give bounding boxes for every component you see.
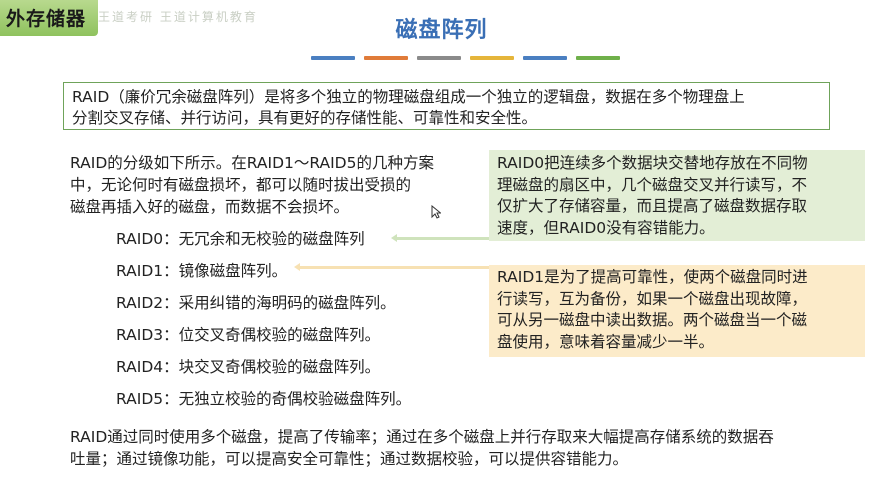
raid1-pointer-arrow [294,263,489,271]
decorative-color-strip [311,56,620,60]
raid-level-item: RAID5：无独立校验的奇偶校验磁盘阵列。 [116,390,412,408]
levels-paragraph: RAID的分级如下所示。在RAID1～RAID5的几种方案 中，无论何时有磁盘损… [70,152,480,218]
raid0-note-box: RAID0把连续多个数据块交替地存放在不同物 理磁盘的扇区中，几个磁盘交叉并行读… [489,150,865,241]
mouse-cursor-icon [431,205,441,219]
color-bar [523,56,567,60]
color-bar [576,56,620,60]
raid1-note-line: RAID1是为了提高可靠性，使两个磁盘同时进 [497,268,808,286]
color-bar [470,56,514,60]
raid0-note-line: 理磁盘的扇区中，几个磁盘交叉并行读写，不 [497,175,808,194]
levels-line: 磁盘再插入好的磁盘，而数据不会损坏。 [70,198,350,216]
summary-line: 吐量；通过镜像功能，可以提高安全可靠性；通过数据校验，可以提供容错能力。 [70,450,629,468]
raid-level-item: RAID4：块交叉奇偶校验的磁盘阵列。 [116,358,381,376]
raid-level-item: RAID0：无冗余和无校验的磁盘阵列 [116,230,365,248]
color-bar [364,56,408,60]
raid0-note-line: RAID0把连续多个数据块交替地存放在不同物 [497,154,808,172]
raid0-pointer-arrow [391,234,489,242]
intro-definition-box: RAID（廉价冗余磁盘阵列）是将多个独立的物理磁盘组成一个独立的逻辑盘，数据在多… [63,82,830,130]
page-title: 磁盘阵列 [395,18,488,43]
raid-level-item: RAID1：镜像磁盘阵列。 [116,262,288,280]
raid1-note-box: RAID1是为了提高可靠性，使两个磁盘同时进 行读写，互为备份，如果一个磁盘出现… [489,265,865,357]
raid-level-item: RAID2：采用纠错的海明码的磁盘阵列。 [116,294,396,312]
levels-line: 中，无论何时有磁盘损坏，都可以随时拔出受损的 [70,176,412,194]
raid0-note-line: 仅扩大了存储容量，而且提高了磁盘数据存取 [497,197,808,215]
summary-paragraph: RAID通过同时使用多个磁盘，提高了传输率；通过在多个磁盘上并行存取来大幅提高存… [70,426,878,470]
levels-line: RAID的分级如下所示。在RAID1～RAID5的几种方案 [70,154,434,172]
summary-line: RAID通过同时使用多个磁盘，提高了传输率；通过在多个磁盘上并行存取来大幅提高存… [70,428,774,446]
color-bar [417,56,461,60]
raid-level-list: RAID0：无冗余和无校验的磁盘阵列 RAID1：镜像磁盘阵列。 RAID2：采… [116,228,411,420]
intro-line: 分割交叉存储、并行访问，具有更好的存储性能、可靠性和安全性。 [72,109,538,127]
intro-line: RAID（廉价冗余磁盘阵列）是将多个独立的物理磁盘组成一个独立的逻辑盘，数据在多… [72,88,745,106]
color-bar [311,56,355,60]
raid1-note-line: 可从另一磁盘中读出数据。两个磁盘当一个磁 [497,311,808,329]
raid0-note-line: 速度，但RAID0没有容错能力。 [497,218,715,237]
raid1-note-line: 盘使用，意味着容量减少一半。 [497,332,715,351]
raid1-note-line: 行读写，互为备份，如果一个磁盘出现故障， [497,289,808,308]
raid-level-item: RAID3：位交叉奇偶校验的磁盘阵列。 [116,326,381,344]
